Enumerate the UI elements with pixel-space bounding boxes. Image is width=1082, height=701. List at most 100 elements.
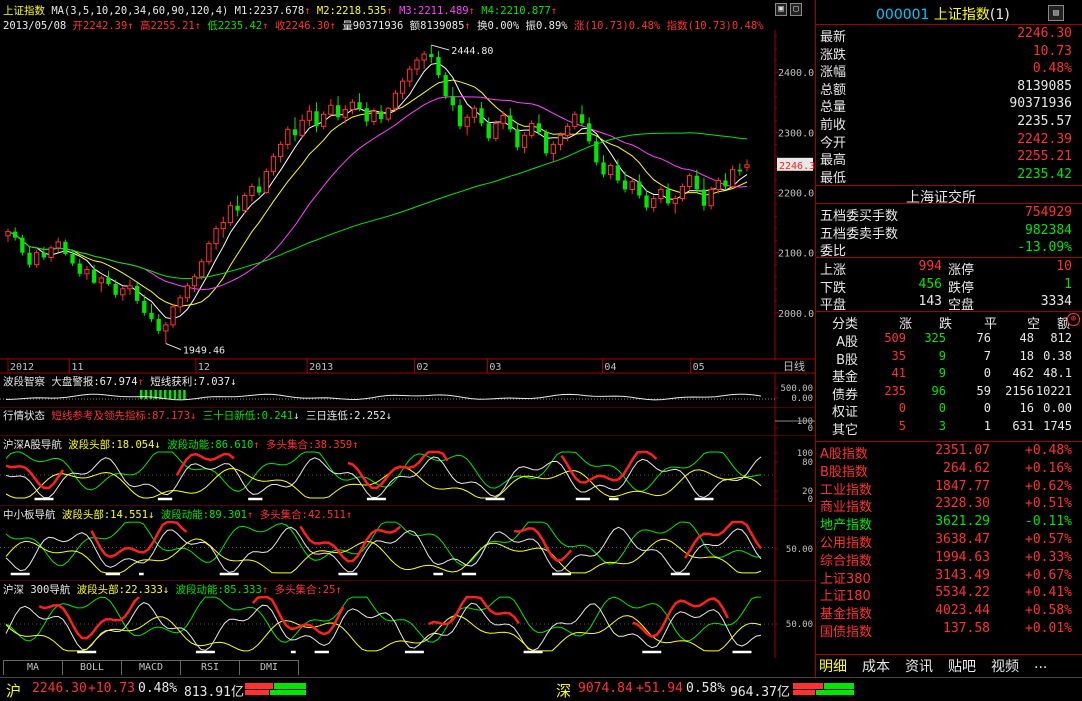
index-row[interactable]: 基金指数 4023.44 +0.58% [816, 603, 1078, 622]
right-tab[interactable]: ... [1034, 656, 1047, 672]
panel5-header: 沪深 300导航 波段头部:22.333↓ 波段动能:85.333↑ 多头集合:… [3, 582, 342, 597]
right-tab[interactable]: 贴吧 [948, 656, 976, 676]
ma-m3: M3:2211.489 [399, 5, 469, 17]
divider [816, 185, 1082, 186]
index-name: 工业指数 [820, 482, 873, 498]
candle [127, 279, 133, 295]
candle [249, 183, 255, 202]
right-tab[interactable]: 视频 [991, 656, 1019, 676]
tab-dmi[interactable]: DMI [239, 660, 299, 675]
tab-boll[interactable]: BOLL [62, 660, 122, 675]
candle-body [414, 59, 420, 70]
candle-body [163, 324, 169, 332]
stock-name: 上证指数 [933, 7, 990, 23]
candle [277, 141, 284, 163]
category-row-cell: 5 [898, 419, 906, 433]
candle-body [277, 143, 284, 157]
index-row[interactable]: 上证180 5534.22 +0.41% [816, 585, 1078, 604]
index-pct: +0.41% [1025, 585, 1072, 601]
candle-body [113, 283, 118, 295]
category-row-cell: 0 [938, 401, 946, 416]
category-row: 其它 5 3 1 631 1745 [816, 419, 1078, 438]
index-row[interactable]: 工业指数 1847.77 +0.62% [816, 478, 1078, 498]
index-row[interactable]: A股指数 2351.07 +0.48% [816, 443, 1078, 462]
quote-row-value: 2242.39 [1017, 131, 1072, 147]
signal-bar [149, 390, 153, 399]
panel-toggle-button[interactable]: ▤ [1048, 5, 1064, 21]
candle-body [493, 122, 499, 139]
zoom-in-button[interactable]: ▣ [775, 3, 787, 16]
ma20-line [7, 96, 748, 291]
category-expand-button[interactable]: ⊕ [1067, 313, 1080, 326]
tab-rsi[interactable]: RSI [180, 660, 240, 675]
index-row[interactable]: 商业指数 2328.30 +0.51% [816, 496, 1078, 515]
breadth-down-segment [270, 690, 306, 695]
candle-body [399, 80, 406, 94]
candle-body [306, 110, 312, 121]
ma5-line [7, 62, 748, 320]
quote-row-label: 最高 [820, 153, 847, 169]
breadth-label: 跌停 [948, 280, 975, 296]
index-row[interactable]: 综合指数 1994.63 +0.33% [816, 550, 1078, 569]
candle [235, 195, 240, 217]
candle-body [723, 180, 728, 187]
index-pct: +0.62% [1025, 478, 1072, 494]
candle [34, 249, 40, 268]
candle [601, 155, 606, 178]
right-tab[interactable]: 资讯 [905, 656, 933, 676]
panel2-arrow-a: ↓ [190, 410, 197, 422]
stock-suffix: (1) [989, 7, 1010, 23]
candle-body [729, 169, 736, 187]
candle-body [651, 198, 657, 209]
candle-body [256, 186, 262, 193]
sz-value[interactable]: 9074.84 [578, 681, 633, 696]
signal-bar [144, 390, 148, 399]
sh-value[interactable]: 2246.30 [32, 681, 87, 696]
divider [816, 441, 1082, 442]
right-tab[interactable]: 成本 [862, 656, 890, 676]
candle [644, 189, 649, 211]
category-row-cell: 76 [976, 331, 991, 345]
order-row-value: 982384 [1025, 222, 1072, 238]
panel4-arrow-b: ↑ [247, 509, 254, 521]
candle-body [686, 175, 693, 187]
breadth-value: 143 [918, 294, 942, 310]
sh-pct: 0.48% [138, 681, 178, 696]
candle [608, 163, 614, 180]
index-row[interactable]: B股指数 264.62 +0.16% [816, 461, 1078, 480]
candle-body [672, 198, 678, 204]
breadth-value: 994 [918, 259, 942, 274]
candle [572, 111, 578, 130]
candle-body [91, 269, 97, 283]
time-label: 02 [417, 362, 429, 373]
tab-macd[interactable]: MACD [121, 660, 181, 675]
index-row[interactable]: 国债指数 137.58 +0.01% [816, 621, 1078, 640]
candle-body [63, 241, 68, 254]
divider [816, 24, 1082, 25]
candle-body [500, 114, 506, 124]
candle [651, 195, 657, 212]
quote-row-value: 2235.42 [1017, 166, 1072, 182]
index-row[interactable]: 公用指数 3638.47 +0.57% [816, 532, 1078, 551]
divider [816, 654, 1082, 655]
low-label: 1949.46 [183, 346, 225, 357]
panel5-arrow-b: ↑ [261, 584, 269, 596]
candle [270, 153, 277, 176]
panel2-name: 行情状态 [3, 410, 45, 422]
candle-body [515, 129, 520, 148]
index-row[interactable]: 地产指数 3621.29 -0.11% [816, 514, 1078, 533]
index-value: 1847.77 [935, 478, 990, 494]
candle [421, 51, 427, 70]
restore-button[interactable]: ▢ [790, 3, 802, 16]
panel5-arrow-a: ↓ [162, 584, 170, 596]
candle [457, 99, 463, 130]
category-row-cell: 权证 [831, 405, 858, 421]
last-price-label: 2246.30 [779, 161, 815, 172]
exchange-name: 上海证交所 [906, 190, 976, 206]
tab-ma[interactable]: MA [3, 660, 63, 675]
candlestick-chart[interactable]: 2400.0 2300.0 2200.0 2100.0 2000.0 2444.80 194… [0, 30, 815, 360]
candle [723, 173, 728, 190]
right-tab[interactable]: 明细 [819, 656, 847, 676]
category-row: A股 509 325 76 48 812 [816, 331, 1078, 350]
index-row[interactable]: 上证380 3143.49 +0.67% [816, 568, 1078, 587]
